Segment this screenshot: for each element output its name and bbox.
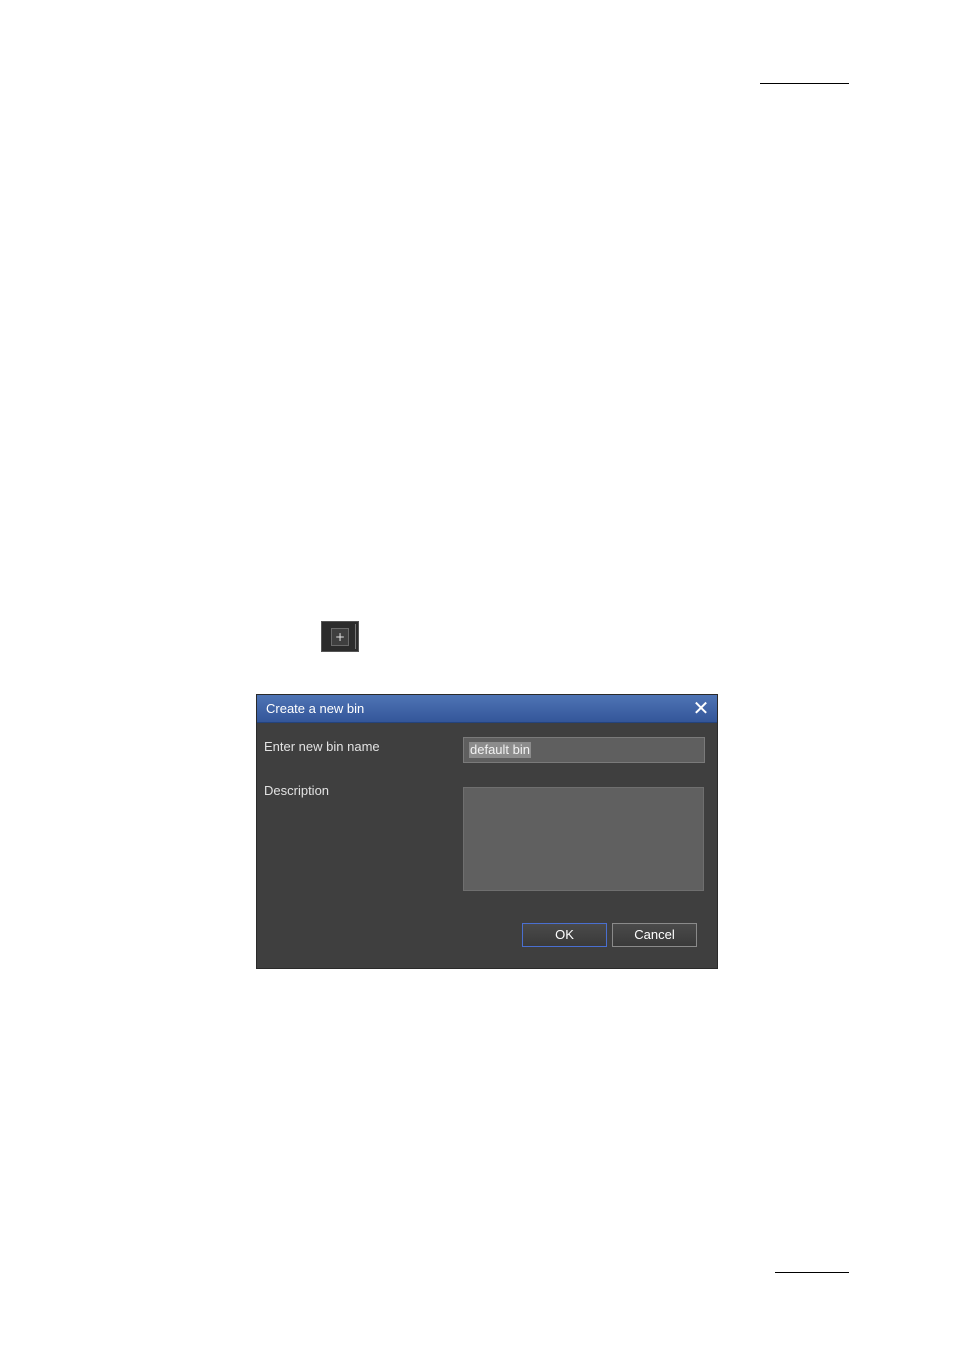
create-bin-dialog: Create a new bin ✕ Enter new bin name de… xyxy=(256,694,718,969)
bin-name-value: default bin xyxy=(469,742,531,758)
ok-button[interactable]: OK xyxy=(522,923,607,947)
description-textarea[interactable] xyxy=(463,787,704,891)
add-bin-button[interactable]: + xyxy=(321,621,359,652)
bin-name-label: Enter new bin name xyxy=(264,739,380,754)
header-rule xyxy=(760,83,849,84)
plus-icon: + xyxy=(331,628,349,646)
button-edge xyxy=(355,624,356,649)
footer-rule xyxy=(775,1272,849,1273)
description-label: Description xyxy=(264,783,330,798)
bin-name-input[interactable]: default bin xyxy=(463,737,705,763)
dialog-titlebar[interactable]: Create a new bin ✕ xyxy=(257,695,717,723)
dialog-title: Create a new bin xyxy=(266,701,365,716)
close-icon[interactable]: ✕ xyxy=(691,698,711,718)
cancel-button[interactable]: Cancel xyxy=(612,923,697,947)
